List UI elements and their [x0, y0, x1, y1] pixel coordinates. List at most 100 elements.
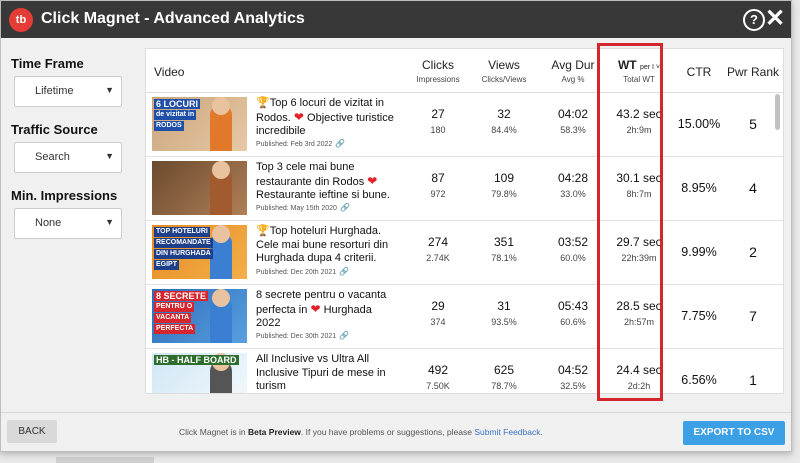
views-cell: 32 84.4% [473, 107, 535, 135]
table-row[interactable]: TOP HOTELURI RECOMANDATE DIN HURGHADA EGIPT… [146, 221, 783, 285]
thumbnail-text: TOP HOTELURI [154, 227, 210, 237]
link-icon[interactable]: 🔗 [339, 267, 349, 276]
trophy-icon: 🏆 [256, 225, 270, 237]
impressions-value: 180 [430, 125, 446, 135]
export-csv-button[interactable]: EXPORT TO CSV [683, 421, 785, 445]
video-thumbnail[interactable] [152, 161, 247, 215]
avg-dur-cell: 04:02 58.3% [542, 107, 604, 135]
video-thumbnail[interactable]: TOP HOTELURI RECOMANDATE DIN HURGHADA EGIPT [152, 225, 247, 279]
heart-icon: ❤ [310, 301, 321, 316]
clicks-cell: 492 7.50K [405, 363, 471, 391]
clicks-views-value: 93.5% [491, 317, 517, 327]
back-button[interactable]: BACK [7, 420, 57, 443]
column-views-label: Views [488, 58, 520, 72]
thumbnail-text: PENTRU O [154, 302, 195, 312]
link-icon[interactable]: 🔗 [339, 331, 349, 340]
thumbnail-text: HB - HALF BOARD [154, 355, 239, 365]
table-row[interactable]: 8 SECRETE PENTRU O VACANTA PERFECTA 8 secre… [146, 285, 783, 349]
time-frame-select[interactable]: Lifetime ▼ [14, 76, 122, 107]
thumbnail-text: RODOS [154, 121, 184, 131]
text-segment: Published: Dec 20th 2021 [256, 269, 337, 276]
thumbnail-text: 8 SECRETE [154, 291, 209, 301]
thumbnail-text: EGIPT [154, 260, 180, 270]
heart-icon: ❤ [367, 173, 378, 188]
avg-dur-cell: 03:52 60.0% [542, 235, 604, 263]
time-frame-value: Lifetime [35, 85, 74, 97]
column-pwr-rank[interactable]: Pwr Rank [726, 49, 780, 92]
sort-desc-icon: ˅ [653, 64, 661, 71]
video-thumbnail[interactable]: 6 LOCURI de vizitat in RODOS [152, 97, 247, 151]
min-impressions-select[interactable]: None ▼ [14, 208, 122, 239]
title-bar: tb Click Magnet - Advanced Analytics ? ✕ [1, 1, 791, 38]
column-wt-per-label: per I [639, 64, 654, 71]
table-row[interactable]: Top 3 cele mai bune restaurante din Rodo… [146, 157, 783, 221]
impressions-value: 374 [430, 317, 446, 327]
avg-dur-value: 04:52 [557, 363, 589, 377]
column-ctr[interactable]: CTR [674, 49, 724, 92]
ctr-value: 8.95% [681, 181, 717, 195]
submit-feedback-link[interactable]: Submit Feedback [474, 427, 540, 437]
column-video[interactable]: Video [154, 49, 184, 92]
pwr-rank-value: 7 [749, 308, 757, 324]
clicks-value: 87 [431, 171, 445, 185]
question-circle-icon[interactable]: ? [743, 9, 765, 31]
video-title[interactable]: All Inclusive vs Ultra All Inclusive Tip… [256, 353, 396, 393]
column-impressions-label: Impressions [416, 75, 460, 84]
pwr-rank-value: 4 [749, 180, 757, 196]
pwr-rank-value: 1 [749, 372, 757, 388]
clicks-views-value: 78.7% [491, 381, 517, 391]
table-row[interactable]: 6 LOCURI de vizitat in RODOS 🏆Top 6 locuri… [146, 93, 783, 157]
close-icon[interactable]: ✕ [765, 5, 785, 33]
views-value: 109 [493, 171, 515, 185]
views-cell: 351 78.1% [473, 235, 535, 263]
video-thumbnail[interactable]: 8 SECRETE PENTRU O VACANTA PERFECTA [152, 289, 247, 343]
min-impressions-value: None [35, 217, 62, 229]
thumbnail-text: VACANTA [154, 313, 192, 323]
clicks-views-value: 78.1% [491, 253, 517, 263]
video-title[interactable]: 🏆Top 6 locuri de vizitat in Rodos. ❤ Obj… [256, 97, 396, 139]
table-row[interactable]: HB - HALF BOARD All Inclusive vs Ultra A… [146, 349, 783, 393]
column-avg-dur-label: Avg Dur [551, 58, 595, 72]
impressions-value: 972 [430, 189, 446, 199]
video-thumbnail[interactable]: HB - HALF BOARD [152, 353, 247, 393]
thumbnail-text: 6 LOCURI [154, 99, 201, 109]
video-title[interactable]: 8 secrete pentru o vacanta perfecta in ❤… [256, 289, 396, 331]
column-wt-label: WT [617, 58, 637, 72]
avg-dur-value: 03:52 [557, 235, 589, 249]
ctr-value: 7.75% [681, 309, 717, 323]
total-wt-value: 2d:2h [627, 381, 651, 391]
link-icon[interactable]: 🔗 [340, 203, 350, 212]
published-date: Published: Feb 3rd 2022 🔗 [256, 139, 345, 148]
text-segment: Restaurante ieftine si bune. [256, 189, 390, 201]
column-avg-dur[interactable]: Avg Dur Avg % [542, 49, 604, 92]
total-wt-value: 2h:9m [626, 125, 652, 135]
views-value: 351 [493, 235, 515, 249]
text-segment: Published: May 15th 2020 [256, 205, 337, 212]
column-wt[interactable]: WT per I ˅ Total WT [607, 49, 671, 92]
total-wt-value: 2h:57m [623, 317, 655, 327]
total-wt-value: 8h:7m [626, 189, 652, 199]
text-segment: Top 3 cele mai bune restaurante din Rodo… [256, 161, 365, 188]
views-cell: 31 93.5% [473, 299, 535, 327]
heart-icon: ❤ [293, 109, 304, 124]
column-avg-pct-label: Avg % [561, 75, 585, 84]
min-impressions-label: Min. Impressions [11, 188, 118, 203]
video-title[interactable]: 🏆Top hoteluri Hurghada. Cele mai bune re… [256, 225, 396, 266]
thumbnail-head [212, 289, 230, 307]
column-clicks[interactable]: Clicks Impressions [405, 49, 471, 92]
tubebuddy-logo: tb [9, 8, 33, 32]
video-title[interactable]: Top 3 cele mai bune restaurante din Rodo… [256, 161, 396, 203]
filter-sidebar: Time Frame Lifetime ▼ Traffic Source Sea… [1, 38, 135, 412]
link-icon[interactable]: 🔗 [335, 139, 345, 148]
traffic-source-value: Search [35, 151, 70, 163]
traffic-source-select[interactable]: Search ▼ [14, 142, 122, 173]
published-date: Published: Dec 30th 2021 🔗 [256, 331, 349, 340]
wt-cell: 28.5 sec 2h:57m [607, 299, 671, 327]
avg-pct-value: 60.0% [560, 253, 586, 263]
thumbnail-text: RECOMANDATE [154, 238, 213, 248]
table-scrollbar[interactable] [775, 94, 780, 130]
main-panel: Video Clicks Impressions Views Clicks/Vi… [135, 38, 791, 412]
clicks-value: 274 [427, 235, 449, 249]
column-views[interactable]: Views Clicks/Views [473, 49, 535, 92]
clicks-cell: 29 374 [405, 299, 471, 327]
